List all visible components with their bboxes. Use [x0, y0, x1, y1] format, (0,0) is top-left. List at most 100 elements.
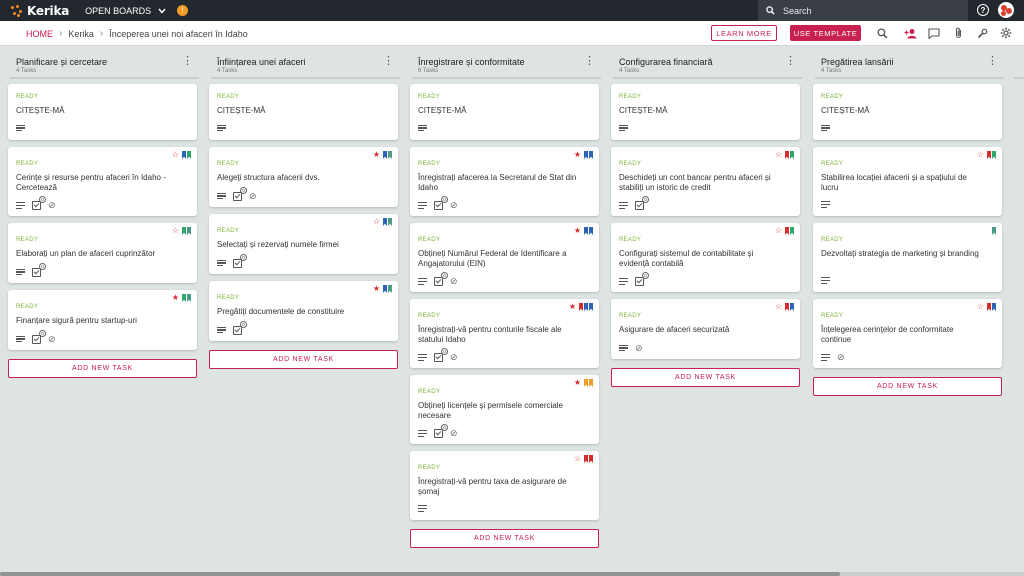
task-card[interactable]: READY Configurați sistemul de contabilita…: [611, 223, 800, 292]
priority-star-outline-icon[interactable]: ☆: [775, 303, 782, 311]
task-card[interactable]: READY Înregistrați-vă pentru taxa de asig…: [410, 451, 599, 520]
checklist-icon: 0: [635, 272, 649, 286]
tag-bookmark-icon: [790, 227, 794, 235]
board-column: Înființarea unei afaceri 4 Tasks ⋮ READY CIT…: [209, 47, 402, 369]
user-avatar[interactable]: [998, 2, 1014, 18]
help-icon[interactable]: ?: [977, 4, 989, 16]
task-status: READY: [821, 237, 844, 243]
breadcrumb-home[interactable]: HOME: [26, 29, 53, 39]
description-icon: [418, 124, 427, 132]
column-title[interactable]: Înființarea unei afaceri: [217, 57, 306, 67]
tag-bookmark-icon: [187, 294, 191, 302]
column-title[interactable]: Configurarea financiară: [619, 57, 713, 67]
task-status: READY: [217, 161, 240, 167]
task-card[interactable]: READY CITEȘTE-MĂ: [813, 84, 1002, 140]
task-card[interactable]: READY Înregistrați afacerea la Secretarul…: [410, 147, 599, 216]
settings-gear-icon[interactable]: [999, 26, 1013, 40]
task-card[interactable]: READY CITEȘTE-MĂ: [410, 84, 599, 140]
search-placeholder: Search: [783, 5, 812, 16]
task-card[interactable]: READY Înțelegerea cerințelor de conformit…: [813, 299, 1002, 368]
task-indicators: [418, 505, 427, 512]
task-card[interactable]: READY CITEȘTE-MĂ: [611, 84, 800, 140]
task-card[interactable]: READY Selectați și rezervați numele firme…: [209, 214, 398, 274]
task-card[interactable]: READY Cerințe și resurse pentru afaceri î…: [8, 147, 197, 216]
tag-bookmark-icon: [388, 151, 392, 159]
column-header: Planificare și cercetare 4 Tasks ⋮: [10, 47, 199, 79]
notifications-icon[interactable]: !: [177, 5, 189, 16]
task-card[interactable]: READY Deschideți un cont bancar pentru af…: [611, 147, 800, 216]
column-menu-icon[interactable]: ⋮: [383, 56, 394, 67]
priority-star-filled-icon[interactable]: ★: [373, 151, 380, 159]
priority-star-filled-icon[interactable]: ★: [569, 303, 576, 311]
priority-star-filled-icon[interactable]: ★: [172, 294, 179, 302]
add-new-task-button[interactable]: ADD NEW TASK: [813, 377, 1002, 396]
attachment-icon: ⊘: [635, 342, 643, 353]
add-new-task-button[interactable]: ADD NEW TASK: [611, 368, 800, 387]
column-menu-icon[interactable]: ⋮: [182, 56, 193, 67]
column-menu-icon[interactable]: ⋮: [785, 56, 796, 67]
learn-more-button[interactable]: LEARN MORE: [711, 25, 777, 41]
column-title[interactable]: Înregistrare și conformitate: [418, 57, 525, 67]
column-title[interactable]: Pregătirea lansării: [821, 57, 894, 67]
task-card[interactable]: READY Stabilirea locației afacerii și a s…: [813, 147, 1002, 216]
task-card[interactable]: READY Finanțare sigură pentru startup-uri…: [8, 290, 197, 350]
scrollbar-thumb[interactable]: [0, 572, 840, 576]
priority-star-filled-icon[interactable]: ★: [373, 285, 380, 293]
chat-icon[interactable]: [927, 26, 941, 40]
priority-star-filled-icon[interactable]: ★: [574, 227, 581, 235]
attachment-icon[interactable]: [951, 26, 965, 40]
priority-star-filled-icon[interactable]: ★: [574, 151, 581, 159]
tag-bookmark-icon: [992, 151, 996, 159]
column-header: Configurarea financiară 4 Tasks ⋮: [613, 47, 802, 79]
add-person-icon[interactable]: [903, 26, 917, 40]
priority-star-outline-icon[interactable]: ☆: [172, 151, 179, 159]
breadcrumb-account[interactable]: Kerika: [68, 29, 94, 39]
tag-bookmark-icon: [987, 151, 991, 159]
task-flags: ★: [574, 227, 593, 235]
task-card[interactable]: READY CITEȘTE-MĂ: [209, 84, 398, 140]
task-status: READY: [217, 295, 240, 301]
description-icon: [418, 505, 427, 512]
priority-star-outline-icon[interactable]: ☆: [172, 227, 179, 235]
search-input[interactable]: Search: [758, 0, 968, 21]
task-card[interactable]: READY Elaborați un plan de afaceri cuprin…: [8, 223, 197, 283]
priority-star-outline-icon[interactable]: ☆: [574, 455, 581, 463]
task-card[interactable]: READY Asigurare de afaceri securizată ☆ ⊘: [611, 299, 800, 359]
task-card[interactable]: READY Pregătiți documentele de constituir…: [209, 281, 398, 341]
tag-bookmark-icon: [790, 151, 794, 159]
kerika-logo[interactable]: Kerika: [10, 4, 69, 18]
add-new-task-button[interactable]: ADD NEW TASK: [8, 359, 197, 378]
task-card[interactable]: READY Înregistrați-vă pentru conturile fi…: [410, 299, 599, 368]
priority-star-outline-icon[interactable]: ☆: [977, 151, 984, 159]
column-menu-icon[interactable]: ⋮: [584, 56, 595, 67]
task-card[interactable]: READY Dezvoltați strategia de marketing ș…: [813, 223, 1002, 292]
priority-star-outline-icon[interactable]: ☆: [775, 151, 782, 159]
priority-star-outline-icon[interactable]: ☆: [373, 218, 380, 226]
tag-bookmark-icon: [987, 303, 991, 311]
open-boards-menu[interactable]: OPEN BOARDS: [85, 6, 166, 16]
priority-star-filled-icon[interactable]: ★: [574, 379, 581, 387]
add-new-task-button[interactable]: ADD NEW TASK: [410, 529, 599, 548]
task-card[interactable]: READY Obțineți licențele și permisele com…: [410, 375, 599, 444]
use-template-button[interactable]: USE TEMPLATE: [790, 25, 861, 41]
description-icon: [16, 335, 25, 343]
search-icon[interactable]: [875, 26, 889, 40]
checklist-icon: 0: [434, 272, 448, 286]
task-indicators: 0: [16, 262, 46, 277]
tools-icon[interactable]: [975, 26, 989, 40]
task-card[interactable]: READY Alegeți structura afacerii dvs. ★ 0 ⊘: [209, 147, 398, 207]
task-card[interactable]: READY CITEȘTE-MĂ: [8, 84, 197, 140]
checklist-icon: 0: [635, 196, 649, 210]
task-indicators: [821, 124, 830, 132]
add-new-task-button[interactable]: ADD NEW TASK: [209, 350, 398, 369]
priority-star-outline-icon[interactable]: ☆: [775, 227, 782, 235]
column-title[interactable]: Planificare și cercetare: [16, 57, 107, 67]
column-menu-icon[interactable]: ⋮: [987, 56, 998, 67]
tag-bookmark-icon: [584, 455, 588, 463]
task-title: Cerințe și resurse pentru afaceri în Ida…: [16, 173, 166, 192]
open-boards-label: OPEN BOARDS: [85, 5, 152, 16]
horizontal-scrollbar[interactable]: [0, 572, 1024, 576]
priority-star-outline-icon[interactable]: ☆: [977, 303, 984, 311]
task-card[interactable]: READY Obțineți Numărul Federal de Identif…: [410, 223, 599, 292]
breadcrumb-separator-icon: ›: [59, 28, 63, 39]
